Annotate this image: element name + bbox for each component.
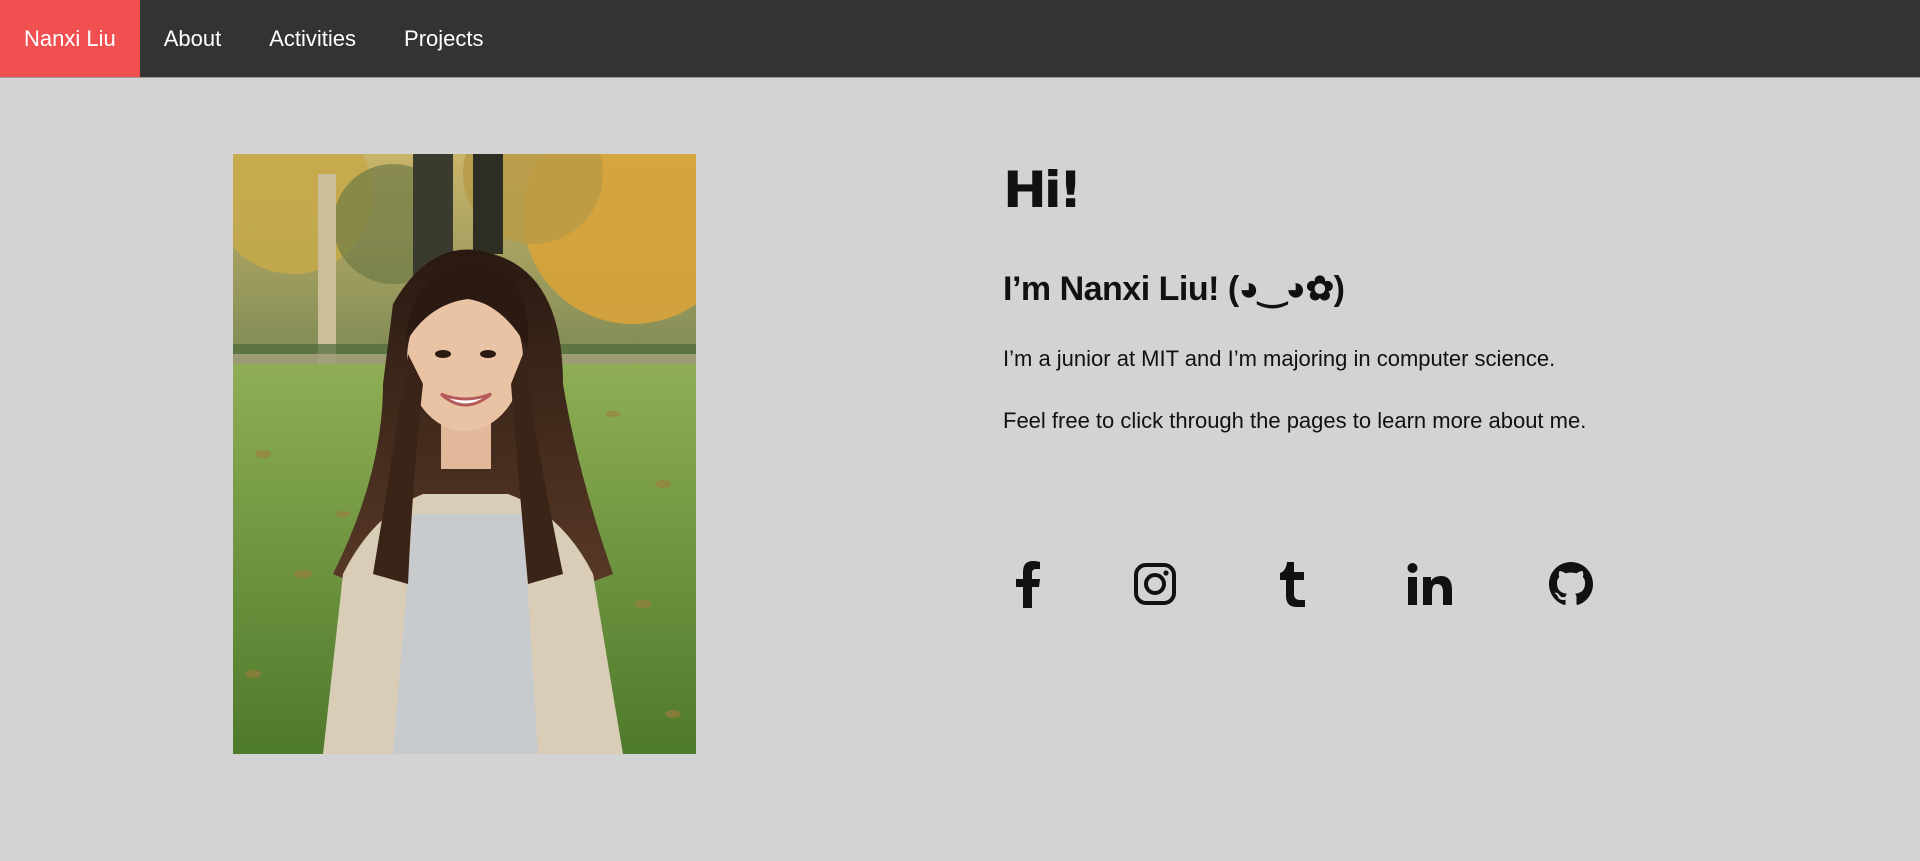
greeting-heading: Hi! [1003,161,1083,219]
name-heading: I’m Nanxi Liu! (◕‿◕✿) [1003,270,1345,308]
facebook-link[interactable] [1003,558,1053,610]
intro-paragraph-explore: Feel free to click through the pages to … [1003,408,1587,433]
nav-link-projects[interactable]: Projects [380,0,507,77]
linkedin-icon [1407,563,1452,605]
facebook-icon [1016,561,1040,608]
github-link[interactable] [1546,558,1596,610]
top-navigation: Nanxi Liu About Activities Projects [0,0,1920,78]
social-links [1003,558,1623,610]
instagram-link[interactable] [1130,558,1180,610]
profile-photo [233,154,696,754]
intro-section: Hi! I’m Nanxi Liu! (◕‿◕✿) I’m a junior a… [1003,160,1763,436]
tumblr-link[interactable] [1267,558,1317,610]
instagram-icon [1134,563,1176,605]
nav-link-activities[interactable]: Activities [245,0,380,77]
github-icon [1549,562,1593,605]
linkedin-link[interactable] [1405,558,1455,610]
tumblr-icon [1280,562,1305,607]
nav-link-about[interactable]: About [140,0,246,77]
nav-brand-link[interactable]: Nanxi Liu [0,0,140,77]
intro-paragraph-major: I’m a junior at MIT and I’m majoring in … [1003,346,1556,371]
